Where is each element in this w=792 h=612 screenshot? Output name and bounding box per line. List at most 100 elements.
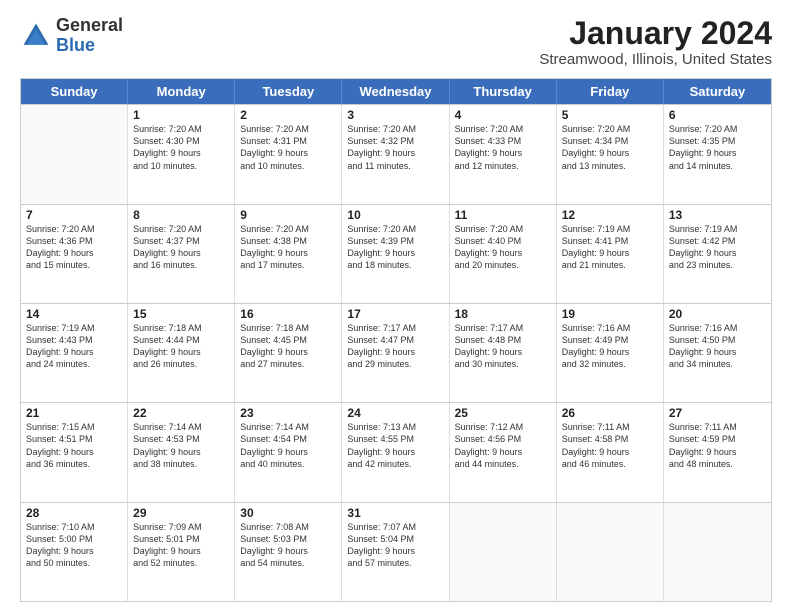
cell-day-0-5: 5 bbox=[562, 108, 658, 122]
cell-info-2-2: Sunrise: 7:18 AM Sunset: 4:45 PM Dayligh… bbox=[240, 322, 336, 371]
cell-info-1-2: Sunrise: 7:20 AM Sunset: 4:38 PM Dayligh… bbox=[240, 223, 336, 272]
cal-cell-3-6: 27Sunrise: 7:11 AM Sunset: 4:59 PM Dayli… bbox=[664, 403, 771, 501]
cal-cell-0-3: 3Sunrise: 7:20 AM Sunset: 4:32 PM Daylig… bbox=[342, 105, 449, 203]
cell-info-1-6: Sunrise: 7:19 AM Sunset: 4:42 PM Dayligh… bbox=[669, 223, 766, 272]
cell-info-3-6: Sunrise: 7:11 AM Sunset: 4:59 PM Dayligh… bbox=[669, 421, 766, 470]
logo-text: General Blue bbox=[56, 16, 123, 56]
cell-info-2-5: Sunrise: 7:16 AM Sunset: 4:49 PM Dayligh… bbox=[562, 322, 658, 371]
cal-cell-0-2: 2Sunrise: 7:20 AM Sunset: 4:31 PM Daylig… bbox=[235, 105, 342, 203]
cell-info-3-3: Sunrise: 7:13 AM Sunset: 4:55 PM Dayligh… bbox=[347, 421, 443, 470]
header: General Blue January 2024 Streamwood, Il… bbox=[20, 16, 772, 68]
cal-cell-1-1: 8Sunrise: 7:20 AM Sunset: 4:37 PM Daylig… bbox=[128, 205, 235, 303]
cal-cell-3-3: 24Sunrise: 7:13 AM Sunset: 4:55 PM Dayli… bbox=[342, 403, 449, 501]
header-friday: Friday bbox=[557, 79, 664, 104]
cell-info-3-2: Sunrise: 7:14 AM Sunset: 4:54 PM Dayligh… bbox=[240, 421, 336, 470]
cal-cell-1-5: 12Sunrise: 7:19 AM Sunset: 4:41 PM Dayli… bbox=[557, 205, 664, 303]
cell-day-1-0: 7 bbox=[26, 208, 122, 222]
cal-row-1: 7Sunrise: 7:20 AM Sunset: 4:36 PM Daylig… bbox=[21, 204, 771, 303]
cell-day-2-1: 15 bbox=[133, 307, 229, 321]
title-location: Streamwood, Illinois, United States bbox=[539, 51, 772, 68]
cal-row-4: 28Sunrise: 7:10 AM Sunset: 5:00 PM Dayli… bbox=[21, 502, 771, 601]
header-monday: Monday bbox=[128, 79, 235, 104]
cell-day-4-3: 31 bbox=[347, 506, 443, 520]
cal-cell-4-6 bbox=[664, 503, 771, 601]
logo-icon bbox=[20, 20, 52, 52]
header-sunday: Sunday bbox=[21, 79, 128, 104]
cell-day-0-6: 6 bbox=[669, 108, 766, 122]
cell-day-3-3: 24 bbox=[347, 406, 443, 420]
page: General Blue January 2024 Streamwood, Il… bbox=[0, 0, 792, 612]
cal-cell-2-2: 16Sunrise: 7:18 AM Sunset: 4:45 PM Dayli… bbox=[235, 304, 342, 402]
cal-cell-1-3: 10Sunrise: 7:20 AM Sunset: 4:39 PM Dayli… bbox=[342, 205, 449, 303]
cell-day-2-5: 19 bbox=[562, 307, 658, 321]
header-thursday: Thursday bbox=[450, 79, 557, 104]
cell-info-4-3: Sunrise: 7:07 AM Sunset: 5:04 PM Dayligh… bbox=[347, 521, 443, 570]
cell-day-0-1: 1 bbox=[133, 108, 229, 122]
cal-cell-3-5: 26Sunrise: 7:11 AM Sunset: 4:58 PM Dayli… bbox=[557, 403, 664, 501]
cell-info-2-6: Sunrise: 7:16 AM Sunset: 4:50 PM Dayligh… bbox=[669, 322, 766, 371]
cell-day-1-3: 10 bbox=[347, 208, 443, 222]
cell-info-0-3: Sunrise: 7:20 AM Sunset: 4:32 PM Dayligh… bbox=[347, 123, 443, 172]
cell-day-2-4: 18 bbox=[455, 307, 551, 321]
cal-cell-3-4: 25Sunrise: 7:12 AM Sunset: 4:56 PM Dayli… bbox=[450, 403, 557, 501]
cell-day-2-2: 16 bbox=[240, 307, 336, 321]
cell-info-1-5: Sunrise: 7:19 AM Sunset: 4:41 PM Dayligh… bbox=[562, 223, 658, 272]
cell-info-4-0: Sunrise: 7:10 AM Sunset: 5:00 PM Dayligh… bbox=[26, 521, 122, 570]
title-block: January 2024 Streamwood, Illinois, Unite… bbox=[539, 16, 772, 68]
cell-info-1-3: Sunrise: 7:20 AM Sunset: 4:39 PM Dayligh… bbox=[347, 223, 443, 272]
cal-cell-1-4: 11Sunrise: 7:20 AM Sunset: 4:40 PM Dayli… bbox=[450, 205, 557, 303]
cell-info-1-4: Sunrise: 7:20 AM Sunset: 4:40 PM Dayligh… bbox=[455, 223, 551, 272]
cell-info-2-0: Sunrise: 7:19 AM Sunset: 4:43 PM Dayligh… bbox=[26, 322, 122, 371]
cell-info-4-2: Sunrise: 7:08 AM Sunset: 5:03 PM Dayligh… bbox=[240, 521, 336, 570]
header-wednesday: Wednesday bbox=[342, 79, 449, 104]
cell-day-1-1: 8 bbox=[133, 208, 229, 222]
cell-day-4-1: 29 bbox=[133, 506, 229, 520]
cell-day-2-0: 14 bbox=[26, 307, 122, 321]
cell-info-4-1: Sunrise: 7:09 AM Sunset: 5:01 PM Dayligh… bbox=[133, 521, 229, 570]
cal-row-3: 21Sunrise: 7:15 AM Sunset: 4:51 PM Dayli… bbox=[21, 402, 771, 501]
cell-info-3-0: Sunrise: 7:15 AM Sunset: 4:51 PM Dayligh… bbox=[26, 421, 122, 470]
cell-day-1-5: 12 bbox=[562, 208, 658, 222]
calendar: Sunday Monday Tuesday Wednesday Thursday… bbox=[20, 78, 772, 602]
cal-cell-4-2: 30Sunrise: 7:08 AM Sunset: 5:03 PM Dayli… bbox=[235, 503, 342, 601]
cal-cell-2-5: 19Sunrise: 7:16 AM Sunset: 4:49 PM Dayli… bbox=[557, 304, 664, 402]
cal-cell-0-1: 1Sunrise: 7:20 AM Sunset: 4:30 PM Daylig… bbox=[128, 105, 235, 203]
cell-info-3-5: Sunrise: 7:11 AM Sunset: 4:58 PM Dayligh… bbox=[562, 421, 658, 470]
cal-cell-0-5: 5Sunrise: 7:20 AM Sunset: 4:34 PM Daylig… bbox=[557, 105, 664, 203]
cal-cell-4-4 bbox=[450, 503, 557, 601]
cal-cell-2-6: 20Sunrise: 7:16 AM Sunset: 4:50 PM Dayli… bbox=[664, 304, 771, 402]
cell-day-3-5: 26 bbox=[562, 406, 658, 420]
cal-cell-2-0: 14Sunrise: 7:19 AM Sunset: 4:43 PM Dayli… bbox=[21, 304, 128, 402]
cell-info-2-4: Sunrise: 7:17 AM Sunset: 4:48 PM Dayligh… bbox=[455, 322, 551, 371]
cal-cell-4-0: 28Sunrise: 7:10 AM Sunset: 5:00 PM Dayli… bbox=[21, 503, 128, 601]
cell-day-3-6: 27 bbox=[669, 406, 766, 420]
cell-day-3-0: 21 bbox=[26, 406, 122, 420]
cell-info-0-5: Sunrise: 7:20 AM Sunset: 4:34 PM Dayligh… bbox=[562, 123, 658, 172]
cal-cell-0-4: 4Sunrise: 7:20 AM Sunset: 4:33 PM Daylig… bbox=[450, 105, 557, 203]
logo: General Blue bbox=[20, 16, 123, 56]
header-saturday: Saturday bbox=[664, 79, 771, 104]
cell-info-1-0: Sunrise: 7:20 AM Sunset: 4:36 PM Dayligh… bbox=[26, 223, 122, 272]
cell-info-2-3: Sunrise: 7:17 AM Sunset: 4:47 PM Dayligh… bbox=[347, 322, 443, 371]
cal-cell-4-5 bbox=[557, 503, 664, 601]
cal-cell-4-3: 31Sunrise: 7:07 AM Sunset: 5:04 PM Dayli… bbox=[342, 503, 449, 601]
title-month: January 2024 bbox=[539, 16, 772, 51]
cell-day-1-2: 9 bbox=[240, 208, 336, 222]
header-tuesday: Tuesday bbox=[235, 79, 342, 104]
cal-cell-1-2: 9Sunrise: 7:20 AM Sunset: 4:38 PM Daylig… bbox=[235, 205, 342, 303]
cal-cell-1-6: 13Sunrise: 7:19 AM Sunset: 4:42 PM Dayli… bbox=[664, 205, 771, 303]
cell-info-0-4: Sunrise: 7:20 AM Sunset: 4:33 PM Dayligh… bbox=[455, 123, 551, 172]
cell-info-3-4: Sunrise: 7:12 AM Sunset: 4:56 PM Dayligh… bbox=[455, 421, 551, 470]
cal-cell-3-2: 23Sunrise: 7:14 AM Sunset: 4:54 PM Dayli… bbox=[235, 403, 342, 501]
cal-cell-3-1: 22Sunrise: 7:14 AM Sunset: 4:53 PM Dayli… bbox=[128, 403, 235, 501]
cell-info-0-6: Sunrise: 7:20 AM Sunset: 4:35 PM Dayligh… bbox=[669, 123, 766, 172]
cell-info-3-1: Sunrise: 7:14 AM Sunset: 4:53 PM Dayligh… bbox=[133, 421, 229, 470]
calendar-body: 1Sunrise: 7:20 AM Sunset: 4:30 PM Daylig… bbox=[21, 104, 771, 601]
cell-day-1-4: 11 bbox=[455, 208, 551, 222]
cal-cell-2-3: 17Sunrise: 7:17 AM Sunset: 4:47 PM Dayli… bbox=[342, 304, 449, 402]
cal-cell-1-0: 7Sunrise: 7:20 AM Sunset: 4:36 PM Daylig… bbox=[21, 205, 128, 303]
cell-info-0-2: Sunrise: 7:20 AM Sunset: 4:31 PM Dayligh… bbox=[240, 123, 336, 172]
cell-info-2-1: Sunrise: 7:18 AM Sunset: 4:44 PM Dayligh… bbox=[133, 322, 229, 371]
cal-cell-2-1: 15Sunrise: 7:18 AM Sunset: 4:44 PM Dayli… bbox=[128, 304, 235, 402]
cal-cell-3-0: 21Sunrise: 7:15 AM Sunset: 4:51 PM Dayli… bbox=[21, 403, 128, 501]
